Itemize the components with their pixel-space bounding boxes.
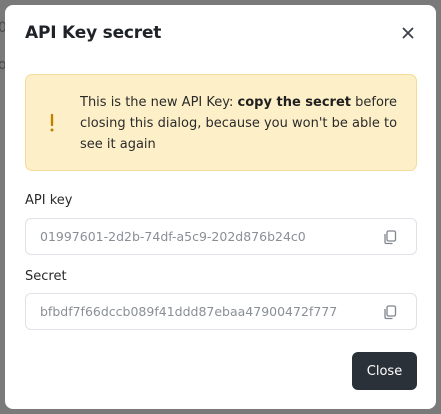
alert-message: This is the new API Key: copy the secret… [80, 95, 398, 152]
api-key-value[interactable]: 01997601-2d2b-74df-a5c9-202d876b24c0 [40, 229, 306, 244]
exclamation-icon [47, 112, 57, 134]
api-key-field[interactable]: 01997601-2d2b-74df-a5c9-202d876b24c0 [25, 218, 417, 255]
warning-alert: This is the new API Key: copy the secret… [25, 74, 417, 171]
dialog-title: API Key secret [25, 23, 162, 43]
copy-icon[interactable] [382, 304, 398, 320]
api-key-label: API key [25, 193, 73, 208]
secret-value[interactable]: bfbdf7f66dccb089f41ddd87ebaa47900472f777 [40, 304, 337, 319]
close-button[interactable]: Close [352, 352, 417, 390]
copy-icon[interactable] [382, 229, 398, 245]
secret-field[interactable]: bfbdf7f66dccb089f41ddd87ebaa47900472f777 [25, 293, 417, 330]
close-icon[interactable] [400, 25, 416, 41]
secret-label: Secret [25, 269, 67, 284]
alert-emphasis: copy the secret [237, 95, 351, 110]
api-key-secret-dialog: API Key secret This is the new API Key: … [5, 5, 436, 409]
